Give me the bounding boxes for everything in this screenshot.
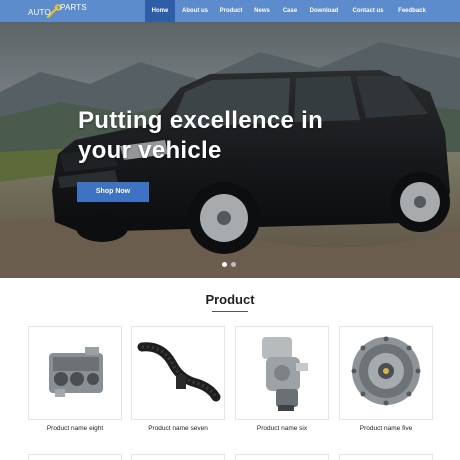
engine-block-icon bbox=[49, 347, 103, 397]
nav-case[interactable]: Case bbox=[277, 0, 303, 22]
differential-icon bbox=[262, 337, 308, 411]
nav-feedback[interactable]: Feedback bbox=[391, 0, 433, 22]
product-card-six[interactable] bbox=[235, 326, 329, 420]
product-name-six[interactable]: Product name six bbox=[235, 425, 329, 432]
product-card-row2-4[interactable] bbox=[339, 454, 433, 460]
product-name-eight[interactable]: Product name eight bbox=[28, 425, 122, 432]
slider-dots bbox=[222, 262, 236, 267]
product-card-row2-1[interactable] bbox=[28, 454, 122, 460]
nav-home[interactable]: Home bbox=[145, 0, 175, 22]
product-card-seven[interactable] bbox=[131, 326, 225, 420]
shop-now-button[interactable]: Shop Now bbox=[77, 182, 149, 202]
product-name-five[interactable]: Product name five bbox=[339, 425, 433, 432]
product-card-row2-3[interactable] bbox=[235, 454, 329, 460]
logo-text-parts: PARTS bbox=[60, 3, 87, 12]
product-card-five[interactable] bbox=[339, 326, 433, 420]
main-nav: Home About us Product News Case Download… bbox=[145, 0, 433, 22]
title-underline bbox=[212, 311, 248, 312]
nav-product[interactable]: Product bbox=[215, 0, 247, 22]
hero-headline: Putting excellence in your vehicle bbox=[78, 107, 324, 164]
product-name-seven[interactable]: Product name seven bbox=[131, 425, 225, 432]
top-header: AUTO PARTS Home About us Product News Ca… bbox=[0, 0, 460, 22]
hero-banner: Putting excellence in your vehicle Shop … bbox=[0, 22, 460, 278]
logo[interactable]: AUTO PARTS bbox=[28, 2, 118, 20]
product-card-eight[interactable] bbox=[28, 326, 122, 420]
nav-news[interactable]: News bbox=[247, 0, 277, 22]
product-card-row2-2[interactable] bbox=[131, 454, 225, 460]
nav-download[interactable]: Download bbox=[303, 0, 345, 22]
nav-about-us[interactable]: About us bbox=[175, 0, 215, 22]
slider-dot-2[interactable] bbox=[231, 262, 236, 267]
intake-hose-icon bbox=[137, 342, 221, 402]
section-title: Product bbox=[205, 292, 255, 307]
transmission-icon bbox=[351, 336, 421, 406]
slider-dot-1[interactable] bbox=[222, 262, 227, 267]
nav-contact-us[interactable]: Contact us bbox=[345, 0, 391, 22]
